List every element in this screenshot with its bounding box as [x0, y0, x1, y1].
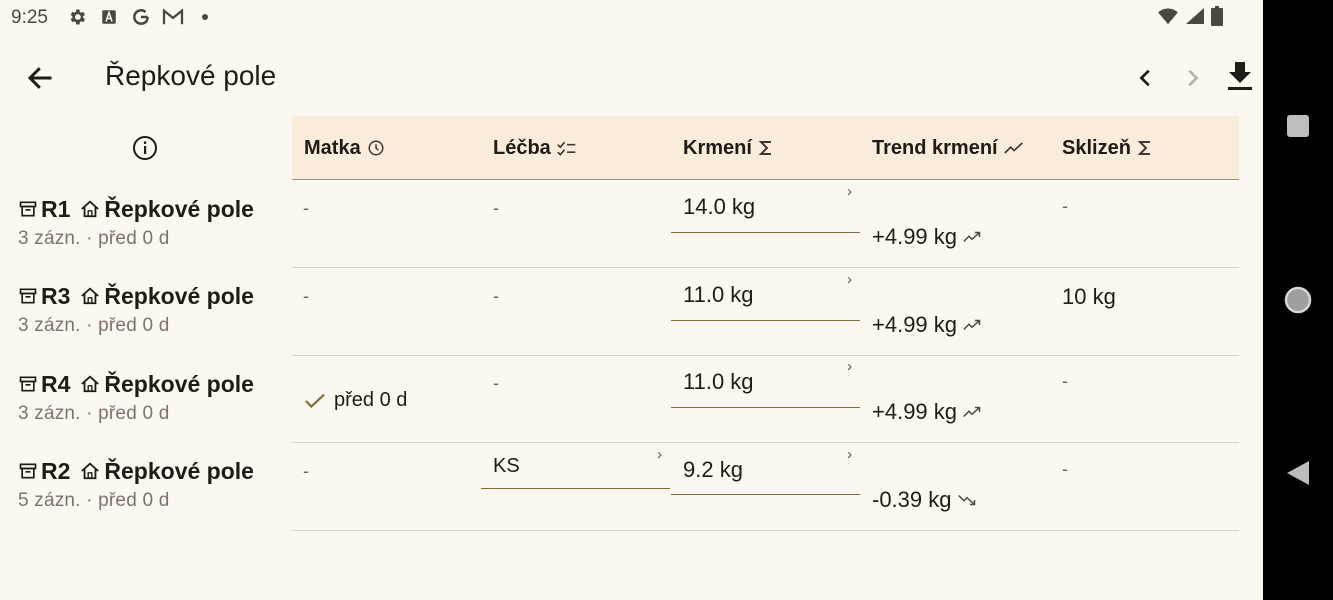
previous-button[interactable]	[1130, 62, 1162, 94]
clock-icon	[368, 140, 384, 156]
feeding-field[interactable]: 11.0 kg ›	[671, 355, 860, 408]
info-icon	[133, 136, 157, 160]
wifi-icon	[1157, 7, 1179, 30]
column-header-feeding[interactable]: Krmení	[683, 116, 774, 180]
trending-up-icon	[963, 319, 981, 331]
queen-cell: -	[303, 198, 309, 218]
table-row: - - 11.0 kg › +4.99 kg 10 kg	[292, 268, 1239, 356]
hive-subtitle: 3 zázn. · před 0 d	[18, 228, 170, 249]
feeding-trend-cell: +4.99 kg	[872, 312, 981, 338]
chevron-right-icon: ›	[847, 358, 852, 375]
hive-name: R4	[41, 370, 71, 397]
sigma-icon	[758, 141, 771, 155]
download-icon	[1228, 62, 1252, 90]
feeding-field[interactable]: 14.0 kg ›	[671, 180, 860, 233]
status-bar: 9:25	[0, 0, 1263, 36]
hive-box-icon	[19, 463, 37, 479]
text-a-icon	[98, 6, 120, 28]
feeding-trend-cell: -0.39 kg	[872, 487, 976, 513]
hive-location: Řepkové pole	[104, 282, 254, 309]
hive-location: Řepkové pole	[104, 195, 254, 222]
home-icon	[81, 462, 100, 480]
next-button[interactable]	[1176, 62, 1208, 94]
column-header-treatment[interactable]: Léčba	[493, 116, 577, 180]
info-button[interactable]	[131, 134, 159, 162]
column-header-harvest[interactable]: Sklizeň	[1062, 116, 1153, 180]
trending-up-icon	[963, 231, 981, 243]
checklist-icon	[557, 141, 576, 156]
hive-name: R3	[41, 282, 71, 309]
harvest-cell: -	[1062, 371, 1068, 391]
back-button[interactable]	[20, 58, 60, 98]
hive-name: R1	[41, 195, 71, 222]
hive-box-icon	[19, 376, 37, 392]
battery-icon	[1211, 6, 1223, 31]
column-header-queen[interactable]: Matka	[304, 116, 385, 180]
settings-icon	[66, 6, 88, 28]
trending-down-icon	[957, 494, 975, 506]
gmail-icon	[162, 6, 184, 28]
checkmark-icon	[305, 393, 325, 408]
back-nav-button[interactable]	[1263, 459, 1333, 487]
table-header: Matka Léčba Krmení Trend krmení Sklizeň	[292, 116, 1239, 180]
hive-location: Řepkové pole	[104, 457, 254, 484]
queen-cell: před 0 d	[304, 389, 407, 412]
home-button[interactable]	[1263, 285, 1333, 315]
table-row: - - 14.0 kg › +4.99 kg -	[292, 180, 1239, 268]
harvest-cell: -	[1062, 196, 1068, 216]
table-row: - KS › 9.2 kg › -0.39 kg -	[292, 443, 1239, 531]
hive-item[interactable]: R4 Řepkové pole 3 zázn. · před 0 d	[18, 369, 288, 457]
hive-subtitle: 3 zázn. · před 0 d	[18, 403, 170, 424]
treatment-cell: -	[493, 198, 499, 218]
hive-box-icon	[19, 288, 37, 304]
home-icon	[81, 287, 100, 305]
hive-box-icon	[19, 201, 37, 217]
hive-item[interactable]: R3 Řepkové pole 3 zázn. · před 0 d	[18, 281, 288, 369]
status-time: 9:25	[11, 7, 48, 28]
hive-name: R2	[41, 457, 71, 484]
hive-location: Řepkové pole	[104, 370, 254, 397]
app-bar: Řepkové pole	[0, 40, 1263, 112]
hive-item[interactable]: R2 Řepkové pole 5 zázn. · před 0 d	[18, 456, 288, 544]
feeding-field[interactable]: 9.2 kg ›	[671, 443, 860, 495]
feeding-field[interactable]: 11.0 kg ›	[671, 268, 860, 321]
chevron-right-icon: ›	[847, 183, 852, 200]
treatment-field[interactable]: KS ›	[481, 443, 670, 489]
trend-icon	[1003, 142, 1023, 154]
feeding-trend-cell: +4.99 kg	[872, 399, 981, 425]
treatment-cell: -	[493, 286, 499, 306]
harvest-cell: 10 kg	[1062, 284, 1116, 309]
chevron-right-icon: ›	[657, 446, 662, 463]
system-navigation-bar	[1263, 0, 1333, 600]
trending-up-icon	[963, 406, 981, 418]
queen-cell: -	[303, 461, 309, 481]
chevron-left-icon	[1139, 69, 1150, 87]
chevron-right-icon: ›	[847, 271, 852, 288]
page-title: Řepkové pole	[105, 60, 277, 91]
feeding-trend-cell: +4.99 kg	[872, 224, 981, 250]
hive-subtitle: 3 zázn. · před 0 d	[18, 315, 170, 336]
hive-item[interactable]: R1 Řepkové pole 3 zázn. · před 0 d	[18, 194, 288, 282]
google-icon	[130, 6, 152, 28]
sigma-icon	[1137, 141, 1150, 155]
hive-subtitle: 5 zázn. · před 0 d	[18, 490, 170, 511]
download-button[interactable]	[1222, 58, 1258, 94]
queen-cell: -	[303, 286, 309, 306]
table-row: před 0 d - 11.0 kg › +4.99 kg -	[292, 355, 1239, 443]
harvest-cell: -	[1062, 459, 1068, 479]
arrow-back-icon	[27, 67, 52, 89]
home-icon	[81, 200, 100, 218]
dot-icon	[194, 6, 216, 28]
chevron-right-icon: ›	[847, 446, 852, 463]
treatment-cell: -	[493, 373, 499, 393]
home-icon	[81, 375, 100, 393]
column-header-feeding-trend[interactable]: Trend krmení	[872, 116, 1024, 180]
signal-icon	[1185, 7, 1205, 30]
chevron-right-icon	[1188, 69, 1199, 87]
recents-button[interactable]	[1263, 113, 1333, 139]
